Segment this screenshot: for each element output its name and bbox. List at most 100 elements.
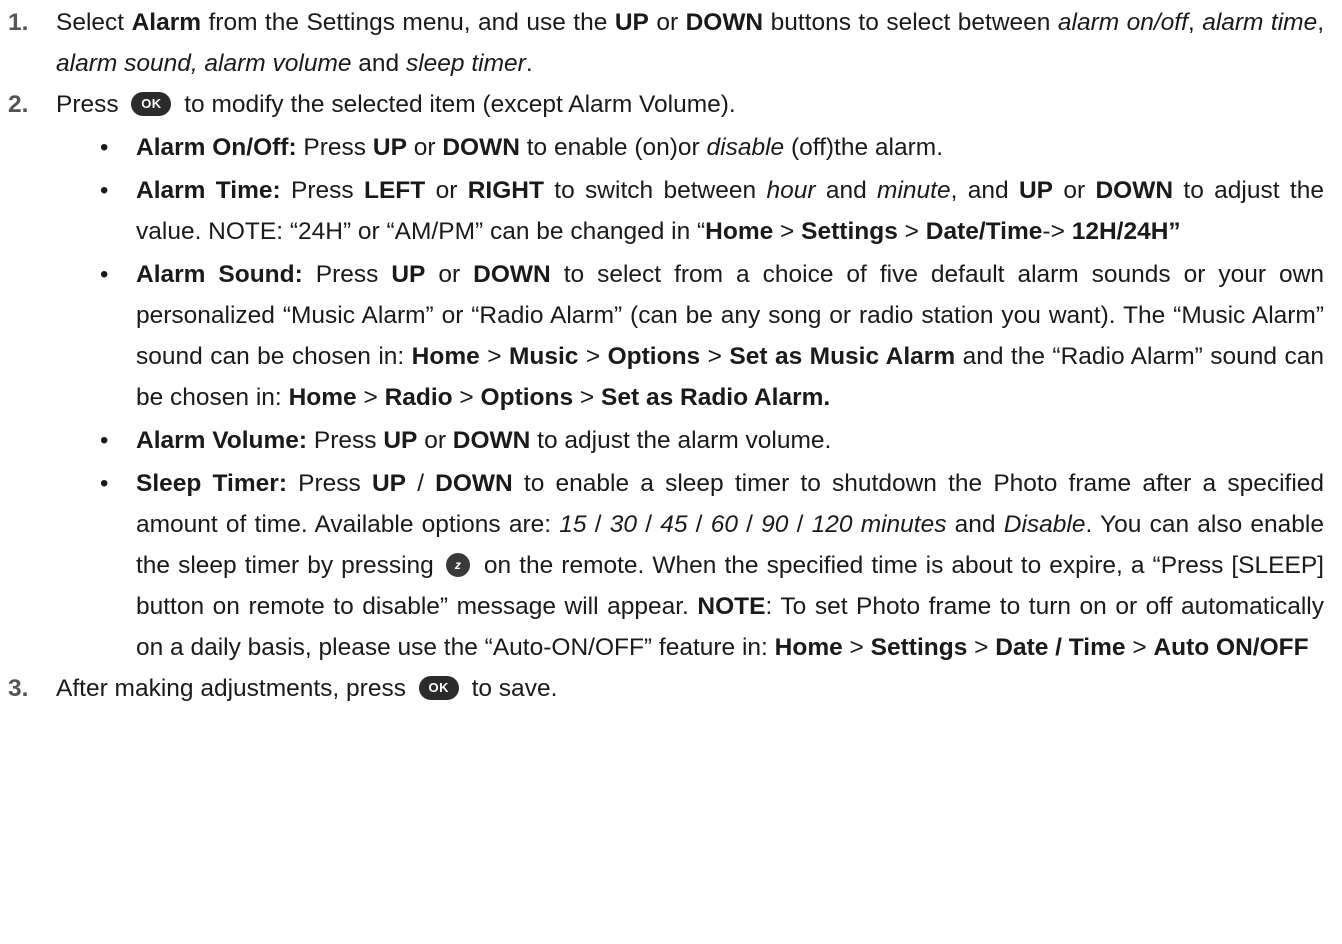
bold-text: DOWN: [442, 134, 520, 161]
text-run: buttons to select between: [763, 9, 1058, 36]
bold-text: Settings: [870, 634, 968, 661]
bold-text: Home: [774, 634, 843, 661]
text-run: /: [687, 511, 711, 538]
text-run: >: [967, 634, 996, 661]
text-run: and: [946, 511, 1004, 538]
bold-text: UP: [371, 470, 407, 497]
italic-text: 45: [660, 511, 688, 538]
text-run: Press: [56, 91, 126, 118]
text-run: ->: [1042, 218, 1072, 245]
text-run: to adjust the alarm volume.: [530, 427, 832, 454]
text-run: >: [479, 343, 509, 370]
italic-text: 30: [609, 511, 638, 538]
text-run: and: [351, 50, 406, 77]
text-run: .: [525, 50, 533, 77]
italic-text: 120 minutes: [811, 511, 947, 538]
text-run: /: [406, 470, 436, 497]
bold-text: 12H/24H”: [1071, 218, 1181, 245]
text-run: or: [406, 134, 443, 161]
bold-text: UP: [1018, 177, 1054, 204]
text-run: , and: [950, 177, 1019, 204]
bold-text: Date/Time: [925, 218, 1043, 245]
italic-text: Disable: [1003, 511, 1086, 538]
text-run: >: [700, 343, 730, 370]
bold-text: DOWN: [685, 9, 764, 36]
text-run: Press: [286, 470, 372, 497]
step-text: Select Alarm from the Settings menu, and…: [56, 2, 1324, 84]
text-run: to modify the selected item (except Alar…: [177, 91, 736, 118]
italic-text: disable: [706, 134, 785, 161]
bold-text: Home: [705, 218, 774, 245]
bold-text: NOTE: [697, 593, 766, 620]
bullet-dot-icon: [100, 170, 108, 211]
bold-text: Radio: [384, 384, 453, 411]
bold-text: Alarm Time:: [136, 177, 281, 204]
bold-text: Alarm Volume:: [136, 427, 308, 454]
italic-text: 90: [761, 511, 789, 538]
bold-text: RIGHT: [467, 177, 544, 204]
text-run: ,: [1317, 9, 1325, 36]
bold-text: Set as Radio Alarm.: [601, 384, 831, 411]
text-run: /: [586, 511, 610, 538]
text-run: >: [578, 343, 608, 370]
text-run: or: [425, 177, 468, 204]
bullet-item: Sleep Timer: Press UP / DOWN to enable a…: [0, 463, 1342, 668]
bold-text: Alarm Sound:: [136, 261, 303, 288]
bold-text: LEFT: [364, 177, 426, 204]
bullet-dot-icon: [100, 463, 108, 504]
text-run: to save.: [464, 675, 558, 702]
bold-text: UP: [391, 261, 426, 288]
bold-text: Alarm On/Off:: [136, 134, 297, 161]
text-run: Press: [302, 261, 392, 288]
text-run: (off)the alarm.: [784, 134, 943, 161]
italic-text: alarm sound, alarm volume: [56, 50, 352, 77]
text-run: /: [737, 511, 762, 538]
text-run: >: [773, 218, 802, 245]
text-run: >: [573, 384, 602, 411]
step-text: After making adjustments, press OK to sa…: [56, 668, 1324, 709]
bold-text: Settings: [801, 218, 898, 245]
bullet-dot-icon: [100, 420, 108, 461]
bold-text: UP: [383, 427, 418, 454]
text-run: /: [788, 511, 812, 538]
italic-text: alarm time: [1202, 9, 1318, 36]
bold-text: Set as Music Alarm: [729, 343, 956, 370]
bold-text: Sleep Timer:: [136, 470, 287, 497]
italic-text: alarm on/off: [1057, 9, 1188, 36]
step-number: 1.: [8, 9, 29, 36]
text-run: Press: [296, 134, 373, 161]
bullet-item: Alarm Sound: Press UP or DOWN to select …: [0, 254, 1342, 418]
step-number: 2.: [8, 91, 29, 118]
text-run: Select: [56, 9, 132, 36]
bullet-item: Alarm On/Off: Press UP or DOWN to enable…: [0, 127, 1342, 168]
step-1: 1. Select Alarm from the Settings menu, a…: [0, 2, 1342, 84]
text-run: from the Settings menu, and use the: [201, 9, 615, 36]
bold-text: DOWN: [473, 261, 551, 288]
text-run: or: [1053, 177, 1096, 204]
bold-text: Auto ON/OFF: [1153, 634, 1309, 661]
text-run: >: [897, 218, 926, 245]
sleep-button-icon: z: [445, 552, 470, 577]
bold-text: DOWN: [1095, 177, 1174, 204]
bold-text: Options: [480, 384, 574, 411]
bullet-list: Alarm On/Off: Press UP or DOWN to enable…: [0, 127, 1342, 668]
bold-text: Alarm: [131, 9, 202, 36]
step-2: 2. Press OK to modify the selected item (…: [0, 84, 1342, 125]
text-run: or: [417, 427, 453, 454]
step-number: 3.: [8, 675, 29, 702]
text-run: to switch between: [543, 177, 767, 204]
text-run: >: [842, 634, 871, 661]
text-run: /: [637, 511, 661, 538]
instruction-document: 1. Select Alarm from the Settings menu, a…: [0, 2, 1342, 709]
bullet-item: Alarm Time: Press LEFT or RIGHT to switc…: [0, 170, 1342, 252]
ok-button-icon: OK: [131, 91, 172, 116]
bold-text: Home: [411, 343, 480, 370]
text-run: ,: [1187, 9, 1203, 36]
text-run: Press: [280, 177, 364, 204]
text-run: or: [425, 261, 474, 288]
step-3: 3. After making adjustments, press OK to …: [0, 668, 1342, 709]
italic-text: hour: [766, 177, 816, 204]
bullet-dot-icon: [100, 254, 108, 295]
bold-text: DOWN: [452, 427, 531, 454]
italic-text: sleep timer: [405, 50, 526, 77]
